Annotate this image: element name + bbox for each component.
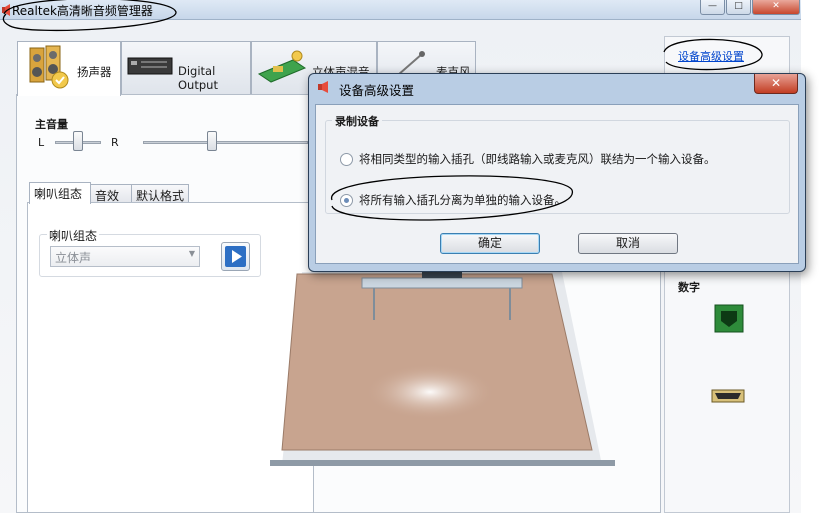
speaker-config-group-label: 喇叭组态 [47, 227, 100, 244]
tab-sound-effects[interactable]: 音效 [90, 184, 132, 203]
digital-section-label: 数字 [678, 281, 700, 294]
tab-digital-output[interactable]: Digital Output [121, 41, 251, 94]
cancel-button[interactable]: 取消 [578, 233, 678, 254]
hdmi-port-icon[interactable] [711, 389, 745, 403]
minimize-button[interactable]: — [700, 0, 725, 15]
advanced-settings-dialog: 设备高级设置 ✕ 录制设备 将相同类型的输入插孔（即线路输入或麦克风）联结为一个… [308, 73, 806, 272]
balance-right-label: R [111, 136, 119, 149]
dialog-title: 设备高级设置 [339, 83, 415, 98]
advanced-settings-link[interactable]: 设备高级设置 [678, 48, 744, 64]
digital-output-icon [127, 57, 173, 75]
speaker-config-select[interactable]: 立体声 ▼ [50, 246, 200, 267]
play-test-button[interactable] [221, 242, 250, 271]
tab-default-format-label: 默认格式 [136, 189, 185, 203]
ok-button[interactable]: 确定 [440, 233, 540, 254]
speaker-icon [2, 4, 10, 16]
tab-speaker-config[interactable]: 喇叭组态 [29, 182, 91, 204]
chevron-down-icon: ▼ [188, 249, 195, 258]
option-combine-inputs-label: 将相同类型的输入插孔（即线路输入或麦克风）联结为一个输入设备。 [359, 152, 716, 166]
balance-left-label: L [38, 136, 45, 149]
main-volume-label: 主音量 [35, 118, 68, 131]
dialog-close-button[interactable]: ✕ [754, 74, 798, 94]
recording-device-label: 录制设备 [332, 113, 382, 129]
radio-combine-inputs[interactable] [340, 153, 353, 166]
close-button[interactable]: ✕ [752, 0, 800, 15]
maximize-button[interactable]: □ [726, 0, 751, 15]
tab-speakers-label: 扬声器 [77, 65, 112, 79]
speaker-icon [29, 45, 69, 89]
speaker-config-value: 立体声 [55, 251, 92, 265]
tab-sound-effects-label: 音效 [95, 189, 120, 203]
option-separate-inputs-label: 将所有输入插孔分离为单独的输入设备。 [359, 193, 566, 207]
stereo-mix-icon [257, 50, 307, 83]
radio-separate-inputs[interactable] [340, 194, 353, 207]
title-bar[interactable]: Realtek高清晰音频管理器 — □ ✕ [0, 0, 801, 20]
play-icon [225, 246, 246, 267]
volume-slider-thumb[interactable] [207, 131, 217, 151]
speaker-icon [318, 81, 328, 93]
option-separate-inputs[interactable]: 将所有输入插孔分离为单独的输入设备。 [340, 192, 566, 208]
volume-slider-track[interactable] [143, 141, 308, 144]
spdif-port-icon[interactable] [714, 304, 744, 333]
room-illustration [270, 270, 615, 466]
option-combine-inputs[interactable]: 将相同类型的输入插孔（即线路输入或麦克风）联结为一个输入设备。 [340, 151, 716, 167]
dialog-body: 录制设备 将相同类型的输入插孔（即线路输入或麦克风）联结为一个输入设备。 将所有… [315, 104, 799, 264]
tab-default-format[interactable]: 默认格式 [131, 184, 189, 203]
window-title: Realtek高清晰音频管理器 [12, 4, 153, 18]
tab-speakers[interactable]: 扬声器 [17, 41, 121, 96]
balance-slider-thumb[interactable] [73, 131, 83, 151]
tab-speaker-config-label: 喇叭组态 [34, 187, 83, 201]
tab-digital-output-label: Digital Output [178, 64, 218, 92]
